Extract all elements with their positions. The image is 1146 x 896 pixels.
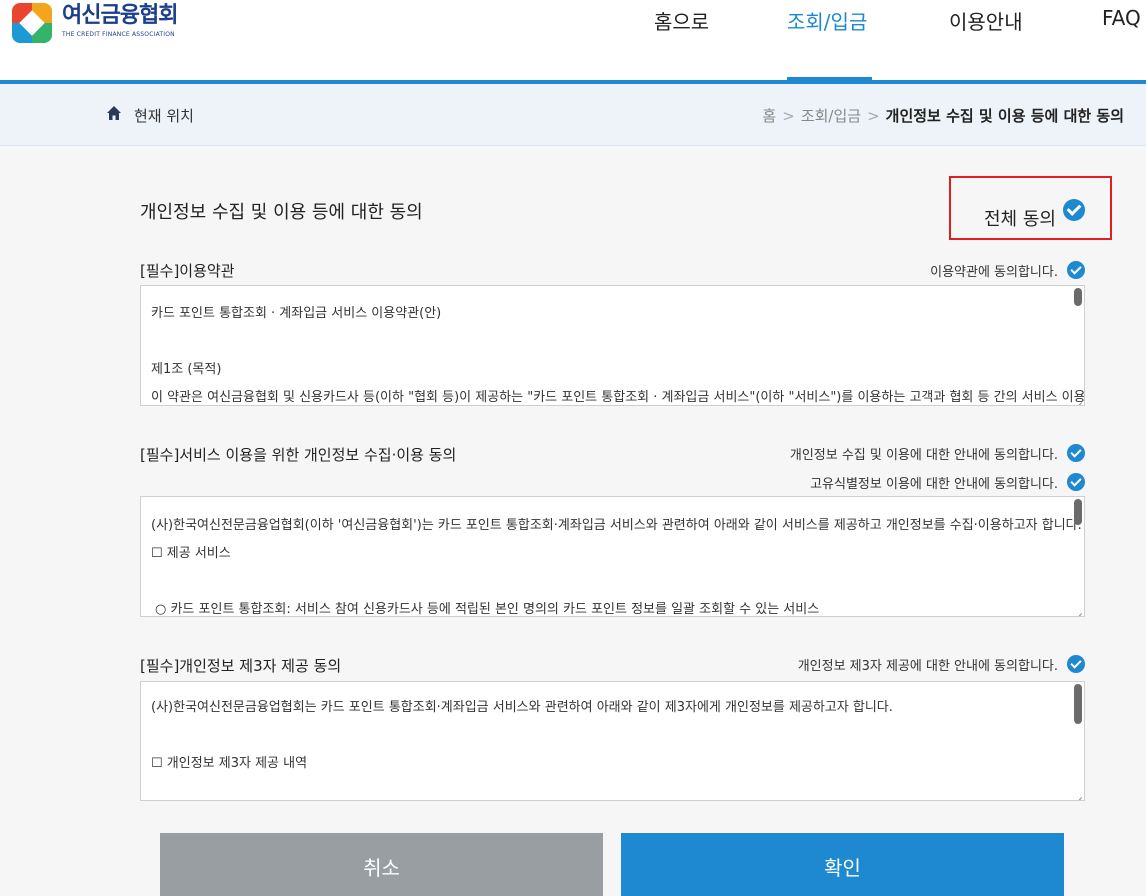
nav-faq[interactable]: FAQ <box>1102 6 1141 30</box>
breadcrumb: 홈 > 조회/입금 > 개인정보 수집 및 이용 등에 대한 동의 <box>762 105 1124 126</box>
logo[interactable]: 여신금융협회 THE CREDIT FINANCE ASSOCIATION <box>12 3 178 43</box>
page-title: 개인정보 수집 및 이용 등에 대한 동의 <box>140 202 423 223</box>
privacy-collection-line: (사)한국여신전문금융업협회(이하 '여신금융협회')는 카드 포인트 통합조회… <box>151 518 1082 533</box>
breadcrumb-bar: 현재 위치 홈 > 조회/입금 > 개인정보 수집 및 이용 등에 대한 동의 <box>0 84 1146 146</box>
unique-id-agree-label[interactable]: 고유식별정보 이용에 대한 안내에 동의합니다. <box>810 473 1058 492</box>
nav-inquiry-deposit[interactable]: 조회/입금 <box>787 6 867 35</box>
active-nav-indicator <box>787 77 872 81</box>
privacy-collection-line: ☐ 제공 서비스 <box>151 546 231 561</box>
home-icon <box>107 106 121 120</box>
section-terms-title: [필수]이용약관 <box>140 262 235 280</box>
site-header: 여신금융협회 THE CREDIT FINANCE ASSOCIATION 홈으… <box>0 0 1146 84</box>
nav-guide[interactable]: 이용안내 <box>949 6 1023 35</box>
third-party-textarea[interactable]: (사)한국여신전문금융업협회는 카드 포인트 통합조회·계좌입금 서비스와 관련… <box>140 681 1085 801</box>
unique-id-check-icon[interactable] <box>1067 473 1085 491</box>
privacy-collection-textarea[interactable]: (사)한국여신전문금융업협회(이하 '여신금융협회')는 카드 포인트 통합조회… <box>140 496 1085 617</box>
breadcrumb-separator: > <box>782 107 795 125</box>
terms-line: 이 약관은 여신금융협회 및 신용카드사 등(이하 "협회 등)이 제공하는 "… <box>151 390 1085 405</box>
logo-subtitle: THE CREDIT FINANCE ASSOCIATION <box>62 31 175 38</box>
privacy-collection-agree-label[interactable]: 개인정보 수집 및 이용에 대한 안내에 동의합니다. <box>790 444 1058 463</box>
privacy-collection-line: ○ 카드 포인트 통합조회: 서비스 참여 신용카드사 등에 적립된 본인 명의… <box>155 602 820 617</box>
section-third-party-title: [필수]개인정보 제3자 제공 동의 <box>140 657 342 675</box>
privacy-collection-check-icon[interactable] <box>1067 444 1085 462</box>
third-party-check-icon[interactable] <box>1067 655 1085 673</box>
terms-textarea[interactable]: 카드 포인트 통합조회 · 계좌입금 서비스 이용약관(안) 제1조 (목적) … <box>140 285 1085 406</box>
terms-line: 카드 포인트 통합조회 · 계좌입금 서비스 이용약관(안) <box>151 306 442 321</box>
resize-handle-icon[interactable] <box>1075 396 1083 404</box>
all-agree-check-icon[interactable] <box>1063 199 1085 221</box>
third-party-line: (사)한국여신전문금융업협회는 카드 포인트 통합조회·계좌입금 서비스와 관련… <box>151 700 893 715</box>
resize-handle-icon[interactable] <box>1075 791 1083 799</box>
section-privacy-collection-title: [필수]서비스 이용을 위한 개인정보 수집·이용 동의 <box>140 446 457 464</box>
nav-home[interactable]: 홈으로 <box>654 6 709 35</box>
breadcrumb-home[interactable]: 홈 <box>762 107 776 125</box>
terms-line: 제1조 (목적) <box>151 362 222 377</box>
scrollbar-thumb[interactable] <box>1074 684 1082 724</box>
third-party-line: ☐ 개인정보 제3자 제공 내역 <box>151 756 308 771</box>
breadcrumb-separator: > <box>867 107 880 125</box>
scrollbar-thumb[interactable] <box>1074 288 1082 306</box>
resize-handle-icon[interactable] <box>1075 607 1083 615</box>
logo-mark-icon <box>12 3 52 43</box>
scrollbar-thumb[interactable] <box>1074 499 1082 525</box>
cancel-button[interactable]: 취소 <box>160 833 603 896</box>
current-location-label: 현재 위치 <box>134 107 194 125</box>
breadcrumb-current: 개인정보 수집 및 이용 등에 대한 동의 <box>885 107 1124 125</box>
logo-title: 여신금융협회 <box>62 3 178 28</box>
terms-agree-label[interactable]: 이용약관에 동의합니다. <box>930 261 1058 280</box>
third-party-agree-label[interactable]: 개인정보 제3자 제공에 대한 안내에 동의합니다. <box>798 655 1058 674</box>
all-agree-label[interactable]: 전체 동의 <box>984 205 1056 231</box>
breadcrumb-inquiry[interactable]: 조회/입금 <box>801 107 861 125</box>
confirm-button[interactable]: 확인 <box>621 833 1064 896</box>
terms-agree-check-icon[interactable] <box>1067 261 1085 279</box>
